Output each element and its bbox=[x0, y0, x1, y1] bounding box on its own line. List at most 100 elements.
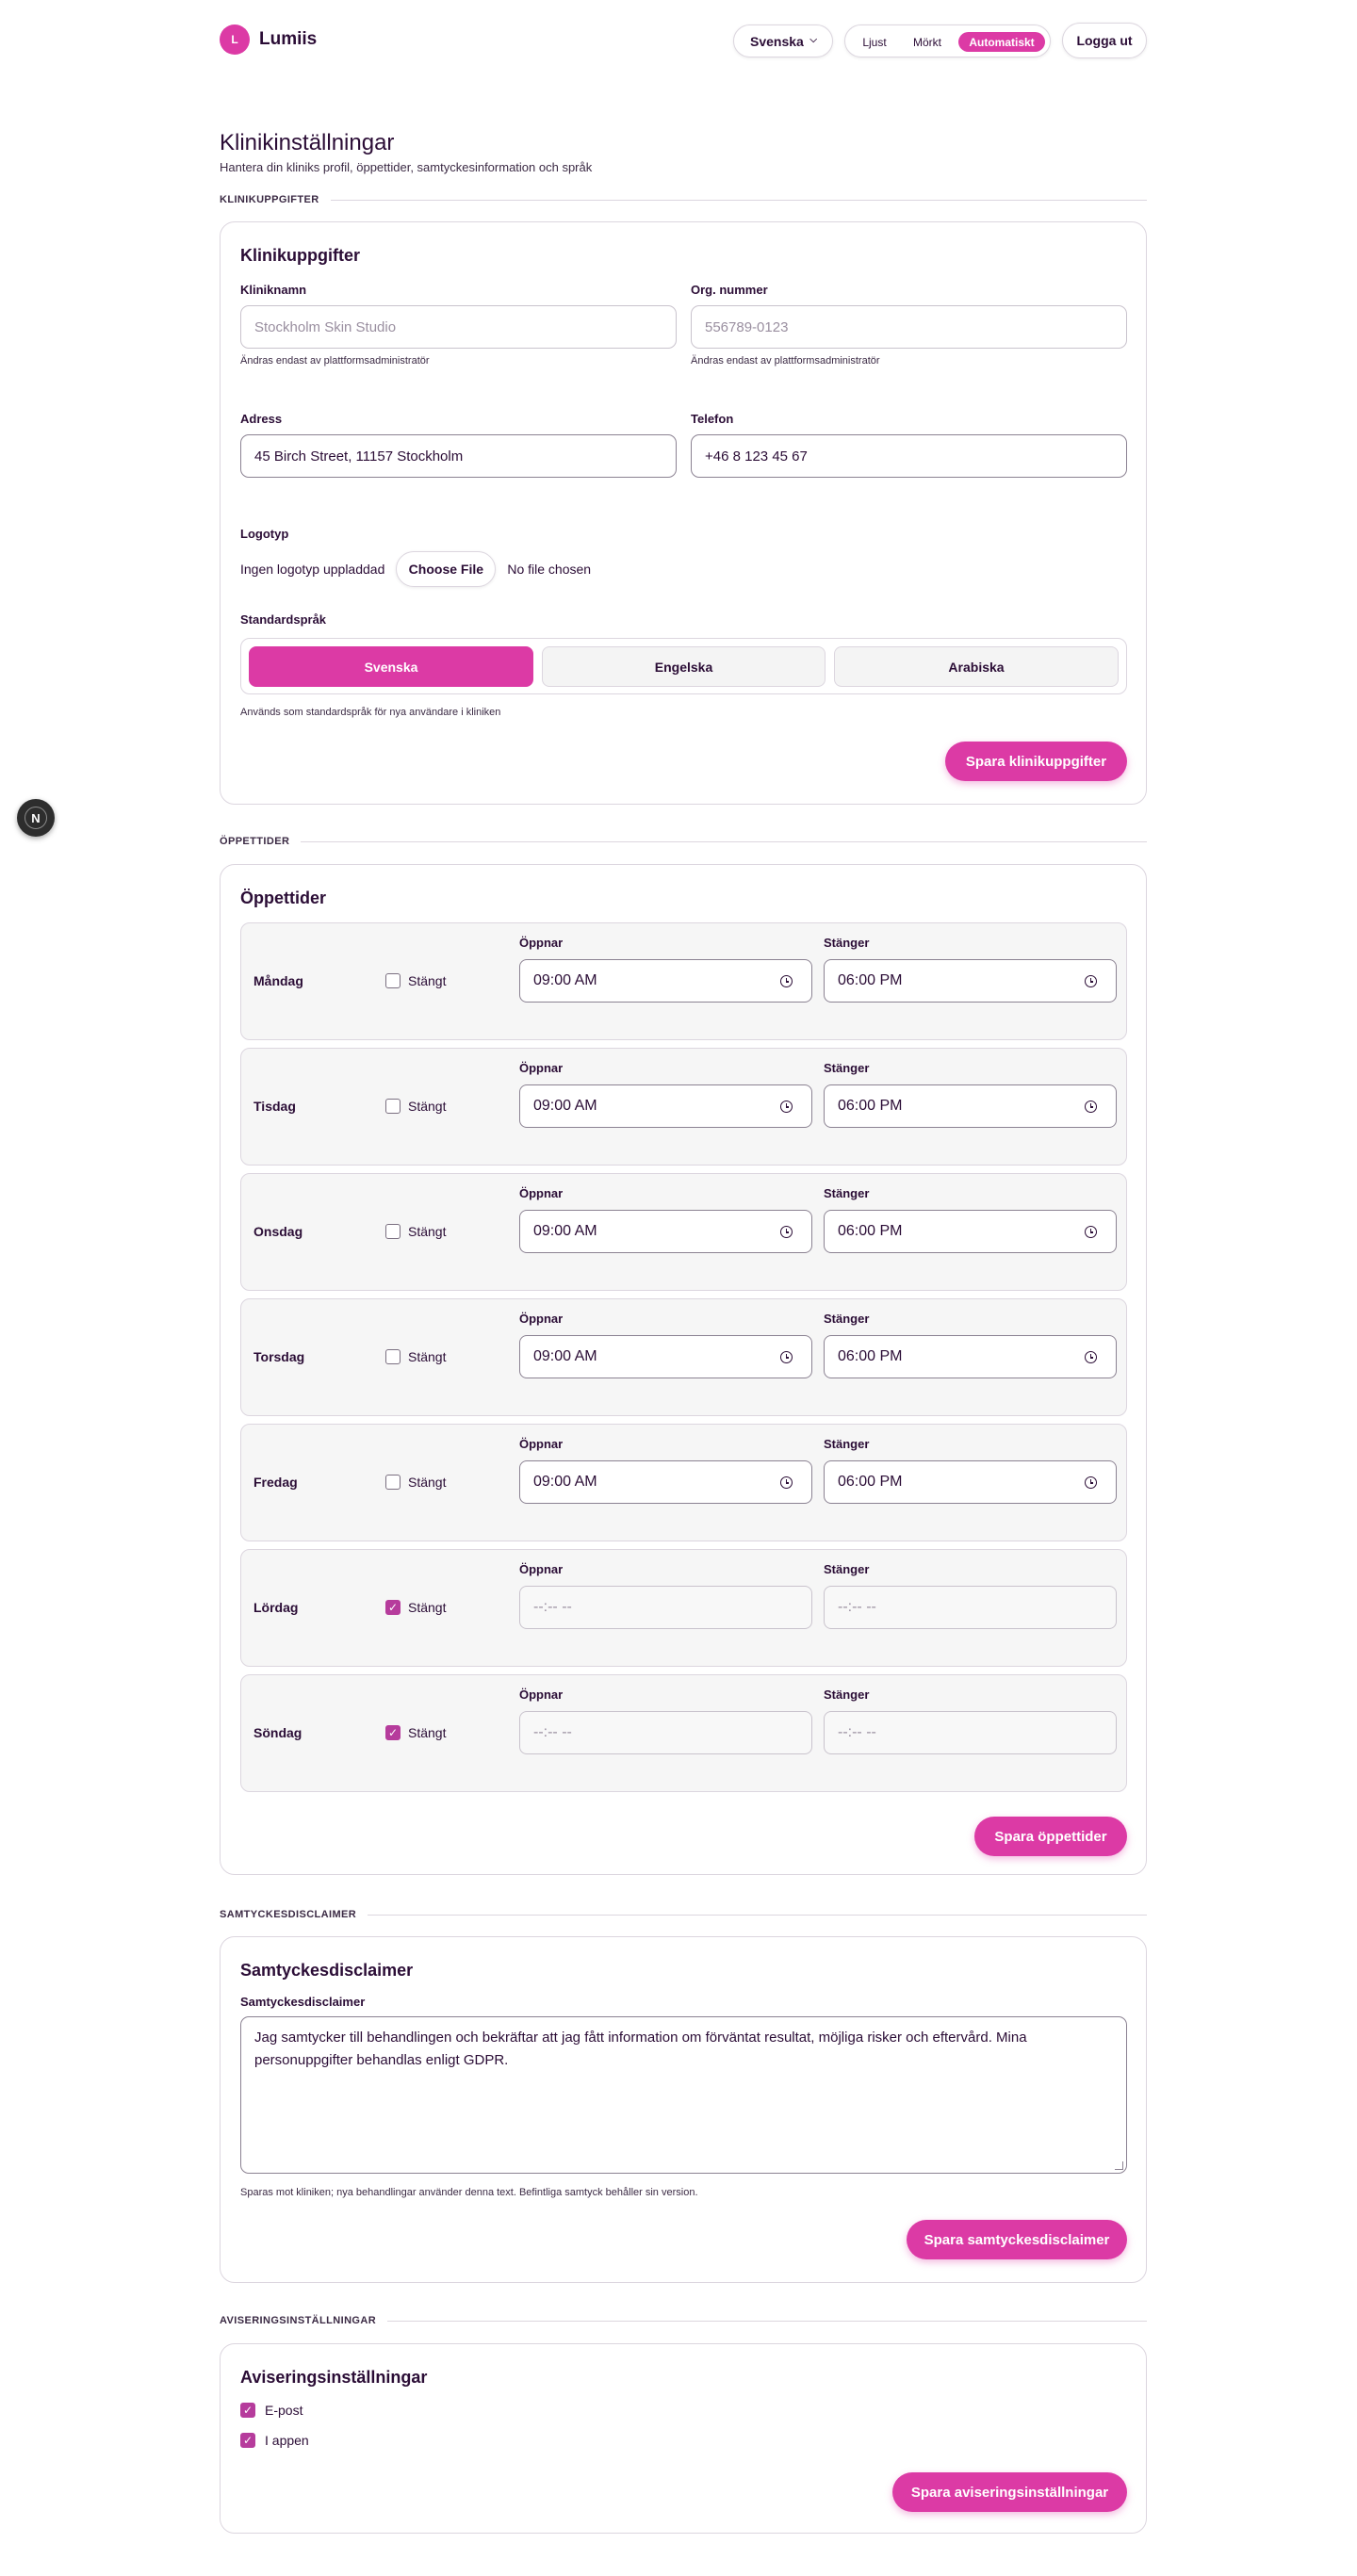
closed-checkbox[interactable] bbox=[385, 1099, 401, 1114]
notify-email-checkbox[interactable]: ✓ bbox=[240, 2403, 255, 2418]
address-input[interactable]: 45 Birch Street, 11157 Stockholm bbox=[240, 434, 677, 478]
brand[interactable]: L Lumiis bbox=[220, 24, 317, 55]
closed-checkbox-wrap[interactable]: ✓ Stängt bbox=[385, 1725, 446, 1740]
closed-checkbox-wrap[interactable]: Stängt bbox=[385, 1099, 446, 1114]
open-time-label: Öppnar bbox=[519, 936, 564, 950]
language-option-swedish[interactable]: Svenska bbox=[249, 646, 533, 687]
notify-email-label: E-post bbox=[265, 2403, 303, 2418]
save-clinic-button[interactable]: Spara klinikuppgifter bbox=[945, 742, 1127, 781]
clock-icon[interactable] bbox=[1085, 1226, 1097, 1238]
opening-hours-card: Öppettider Måndag Stängt Öppnar 09:00 AM… bbox=[220, 864, 1147, 1875]
clock-icon[interactable] bbox=[780, 1101, 793, 1113]
logout-button[interactable]: Logga ut bbox=[1062, 23, 1147, 58]
closed-checkbox[interactable] bbox=[385, 1475, 401, 1490]
clock-icon[interactable] bbox=[1085, 1101, 1097, 1113]
section-label-text: SAMTYCKESDISCLAIMER bbox=[220, 1909, 357, 1920]
open-time-label: Öppnar bbox=[519, 1312, 564, 1326]
card-title: Samtyckesdisclaimer bbox=[240, 1961, 414, 1980]
clock-icon[interactable] bbox=[780, 1351, 793, 1363]
section-label-hours: ÖPPETTIDER bbox=[220, 834, 1147, 849]
clock-icon[interactable] bbox=[1085, 1476, 1097, 1489]
notify-app-label: I appen bbox=[265, 2433, 309, 2448]
closed-checkbox[interactable] bbox=[385, 1349, 401, 1364]
day-name: Torsdag bbox=[253, 1349, 305, 1364]
address-label: Adress bbox=[240, 412, 283, 426]
clock-icon[interactable] bbox=[1085, 1351, 1097, 1363]
close-time-input[interactable]: 06:00 PM bbox=[824, 959, 1117, 1003]
language-option-arabic[interactable]: Arabiska bbox=[834, 646, 1119, 687]
open-time-input[interactable]: --:-- -- bbox=[519, 1586, 812, 1629]
org-number-input[interactable]: 556789-0123 bbox=[691, 305, 1127, 349]
clinic-name-input[interactable]: Stockholm Skin Studio bbox=[240, 305, 677, 349]
close-time-input[interactable]: --:-- -- bbox=[824, 1711, 1117, 1754]
consent-card: Samtyckesdisclaimer Samtyckesdisclaimer … bbox=[220, 1936, 1147, 2283]
card-title: Aviseringsinställningar bbox=[240, 2368, 428, 2387]
theme-option-dark[interactable]: Mörkt bbox=[902, 32, 953, 52]
phone-input[interactable]: +46 8 123 45 67 bbox=[691, 434, 1127, 478]
logo-status: Ingen logotyp uppladdad bbox=[240, 562, 385, 577]
close-time-input[interactable]: 06:00 PM bbox=[824, 1460, 1117, 1504]
clock-icon[interactable] bbox=[780, 1226, 793, 1238]
save-notifications-button[interactable]: Spara aviseringsinställningar bbox=[892, 2472, 1127, 2512]
notify-email-row[interactable]: ✓ E-post bbox=[240, 2403, 302, 2418]
devtools-badge[interactable]: N bbox=[17, 799, 55, 837]
closed-checkbox-wrap[interactable]: Stängt bbox=[385, 1475, 446, 1490]
closed-checkbox-wrap[interactable]: Stängt bbox=[385, 1349, 446, 1364]
close-time-input[interactable]: 06:00 PM bbox=[824, 1084, 1117, 1128]
resize-handle-icon[interactable] bbox=[1115, 2161, 1123, 2170]
day-row-friday: Fredag Stängt Öppnar 09:00 AM Stänger 06… bbox=[240, 1424, 1127, 1541]
open-time-input[interactable]: 09:00 AM bbox=[519, 959, 812, 1003]
save-hours-button[interactable]: Spara öppettider bbox=[974, 1817, 1127, 1856]
language-option-english[interactable]: Engelska bbox=[542, 646, 826, 687]
open-time-input[interactable]: 09:00 AM bbox=[519, 1460, 812, 1504]
closed-checkbox[interactable]: ✓ bbox=[385, 1725, 401, 1740]
close-time-input[interactable]: 06:00 PM bbox=[824, 1210, 1117, 1253]
default-language-label: Standardspråk bbox=[240, 612, 327, 627]
clinic-name-label: Kliniknamn bbox=[240, 283, 307, 297]
section-label-text: AVISERINGSINSTÄLLNINGAR bbox=[220, 2315, 377, 2326]
day-name: Söndag bbox=[253, 1725, 302, 1740]
notifications-card: Aviseringsinställningar ✓ E-post ✓ I app… bbox=[220, 2343, 1147, 2534]
choose-file-button[interactable]: Choose File bbox=[396, 551, 497, 587]
open-time-value: 09:00 AM bbox=[533, 1223, 597, 1239]
day-name: Fredag bbox=[253, 1475, 298, 1490]
section-label-text: KLINIKUPPGIFTER bbox=[220, 194, 319, 205]
chevron-down-icon: ⌵ bbox=[809, 35, 817, 45]
theme-toggle: Ljust Mörkt Automatiskt bbox=[844, 24, 1051, 57]
open-time-value: 09:00 AM bbox=[533, 1474, 597, 1490]
close-time-input[interactable]: --:-- -- bbox=[824, 1586, 1117, 1629]
notify-app-row[interactable]: ✓ I appen bbox=[240, 2433, 309, 2448]
open-time-input[interactable]: 09:00 AM bbox=[519, 1084, 812, 1128]
consent-textarea[interactable]: Jag samtycker till behandlingen och bekr… bbox=[240, 2016, 1127, 2174]
clinic-name-hint: Ändras endast av plattformsadministratör bbox=[240, 355, 430, 367]
theme-option-light[interactable]: Ljust bbox=[853, 32, 896, 52]
open-time-input[interactable]: 09:00 AM bbox=[519, 1335, 812, 1378]
open-time-value: 09:00 AM bbox=[533, 1348, 597, 1364]
clock-icon[interactable] bbox=[1085, 975, 1097, 987]
open-time-input[interactable]: --:-- -- bbox=[519, 1711, 812, 1754]
open-time-label: Öppnar bbox=[519, 1437, 564, 1451]
theme-option-auto[interactable]: Automatiskt bbox=[958, 32, 1045, 52]
clock-icon[interactable] bbox=[780, 975, 793, 987]
closed-checkbox[interactable] bbox=[385, 1224, 401, 1239]
open-time-label: Öppnar bbox=[519, 1687, 564, 1702]
brand-name: Lumiis bbox=[259, 29, 318, 49]
closed-checkbox[interactable] bbox=[385, 973, 401, 988]
divider bbox=[330, 199, 1147, 201]
closed-label: Stängt bbox=[408, 1099, 447, 1114]
close-time-value: 06:00 PM bbox=[838, 1348, 903, 1364]
closed-checkbox-wrap[interactable]: Stängt bbox=[385, 1224, 446, 1239]
closed-checkbox[interactable]: ✓ bbox=[385, 1600, 401, 1615]
save-consent-button[interactable]: Spara samtyckesdisclaimer bbox=[907, 2220, 1127, 2259]
close-time-label: Stänger bbox=[824, 1312, 870, 1326]
divider bbox=[387, 2320, 1147, 2322]
open-time-input[interactable]: 09:00 AM bbox=[519, 1210, 812, 1253]
notify-app-checkbox[interactable]: ✓ bbox=[240, 2433, 255, 2448]
closed-checkbox-wrap[interactable]: Stängt bbox=[385, 973, 446, 988]
close-time-input[interactable]: 06:00 PM bbox=[824, 1335, 1117, 1378]
clock-icon[interactable] bbox=[780, 1476, 793, 1489]
open-time-label: Öppnar bbox=[519, 1186, 564, 1200]
clinic-card: Klinikuppgifter Kliniknamn Stockholm Ski… bbox=[220, 221, 1147, 805]
language-select[interactable]: Svenska ⌵ bbox=[733, 24, 833, 57]
closed-checkbox-wrap[interactable]: ✓ Stängt bbox=[385, 1600, 446, 1615]
